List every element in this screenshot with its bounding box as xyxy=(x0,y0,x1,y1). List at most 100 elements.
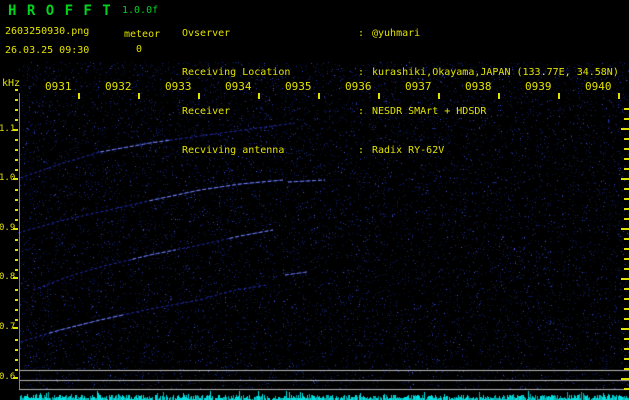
freq-tick-label: 0.6 xyxy=(0,372,16,382)
time-tick xyxy=(138,93,140,99)
freq-minor-tick-right xyxy=(624,148,629,150)
freq-minor-tick xyxy=(15,289,18,291)
freq-minor-tick xyxy=(15,319,18,321)
location-row: Receiving Location: kurashiki,Okayama,JAP… xyxy=(182,66,619,79)
freq-minor-tick-right xyxy=(624,358,629,360)
observer-value: @yuhmari xyxy=(372,28,421,39)
freq-minor-tick xyxy=(15,159,18,161)
colon: : xyxy=(358,67,365,78)
freq-major-tick xyxy=(13,228,18,230)
time-tick-label: 0936 xyxy=(345,80,372,93)
time-tick xyxy=(558,93,560,99)
time-tick-label: 0934 xyxy=(225,80,252,93)
freq-minor-tick xyxy=(15,269,18,271)
freq-minor-tick-right xyxy=(624,308,629,310)
freq-minor-tick xyxy=(15,219,18,221)
time-tick-label: 0932 xyxy=(105,80,132,93)
freq-minor-tick xyxy=(15,259,18,261)
freq-axis-unit-label: kHz xyxy=(2,78,21,89)
freq-minor-tick-right xyxy=(624,118,629,120)
time-tick-label: 0939 xyxy=(525,80,552,93)
freq-minor-tick-right xyxy=(624,208,629,210)
freq-major-tick xyxy=(13,277,18,279)
time-tick-label: 0933 xyxy=(165,80,192,93)
freq-minor-tick xyxy=(15,309,18,311)
time-tick xyxy=(258,93,260,99)
freq-minor-tick xyxy=(15,89,18,91)
freq-minor-tick xyxy=(15,249,18,251)
freq-minor-tick-right xyxy=(624,318,629,320)
freq-minor-tick xyxy=(15,369,18,371)
freq-major-tick xyxy=(13,377,18,379)
freq-minor-tick-right xyxy=(624,188,629,190)
freq-tick-label: 1.0 xyxy=(0,173,16,183)
freq-minor-tick-right xyxy=(624,238,629,240)
time-tick xyxy=(78,93,80,99)
freq-minor-tick-right xyxy=(624,198,629,200)
freq-minor-tick xyxy=(15,349,18,351)
freq-minor-tick-right xyxy=(624,218,629,220)
time-tick-label: 0938 xyxy=(465,80,492,93)
receiver-label: Receiver xyxy=(182,106,231,117)
time-tick xyxy=(198,93,200,99)
colon: : xyxy=(358,106,365,117)
freq-minor-tick xyxy=(15,109,18,111)
freq-minor-tick-right xyxy=(624,248,629,250)
freq-minor-tick-right xyxy=(624,288,629,290)
freq-minor-tick-right xyxy=(624,258,629,260)
freq-major-tick-right xyxy=(621,178,629,180)
freq-major-tick-right xyxy=(621,328,629,330)
location-label: Receiving Location xyxy=(182,67,291,78)
freq-minor-tick-right xyxy=(624,138,629,140)
freq-major-tick xyxy=(13,178,18,180)
freq-minor-tick xyxy=(15,139,18,141)
freq-major-tick-right xyxy=(621,228,629,230)
freq-minor-tick xyxy=(15,339,18,341)
freq-minor-tick xyxy=(15,299,18,301)
freq-major-tick xyxy=(13,129,18,131)
receiver-value: NESDR SMArt + HDSDR xyxy=(372,106,487,117)
freq-minor-tick-right xyxy=(624,298,629,300)
time-tick-label: 0935 xyxy=(285,80,312,93)
time-tick xyxy=(498,93,500,99)
meteor-count-label: meteor xyxy=(124,29,161,40)
freq-minor-tick xyxy=(15,169,18,171)
app-version: 1.0.0f xyxy=(122,5,159,16)
freq-minor-tick-right xyxy=(624,108,629,110)
freq-minor-tick-right xyxy=(624,338,629,340)
freq-major-tick-right xyxy=(621,278,629,280)
antenna-value: Radix RY-62V xyxy=(372,145,445,156)
freq-major-tick xyxy=(13,327,18,329)
time-tick xyxy=(438,93,440,99)
location-value: kurashiki,Okayama,JAPAN (133.77E, 34.58N… xyxy=(372,67,619,78)
receiver-row: Receiver: NESDR SMArt + HDSDR xyxy=(182,105,619,118)
colon: : xyxy=(358,28,365,39)
freq-minor-tick-right xyxy=(624,368,629,370)
freq-minor-tick xyxy=(15,359,18,361)
freq-minor-tick xyxy=(15,189,18,191)
freq-minor-tick-right xyxy=(624,348,629,350)
freq-minor-tick xyxy=(15,149,18,151)
time-tick-label: 0940 xyxy=(585,80,612,93)
freq-tick-label: 1.1 xyxy=(0,124,16,134)
freq-minor-tick-right xyxy=(624,388,629,390)
freq-tick-label: 0.7 xyxy=(0,322,16,332)
hrofft-window: H R O F F T 1.0.0f 2603250930.png meteor… xyxy=(0,0,629,400)
freq-minor-tick-right xyxy=(624,268,629,270)
freq-axis-line xyxy=(19,93,20,390)
meteor-count-value: 0 xyxy=(136,44,143,55)
freq-minor-tick-right xyxy=(624,158,629,160)
freq-major-tick-right xyxy=(621,128,629,130)
colon: : xyxy=(358,145,365,156)
time-tick xyxy=(318,93,320,99)
freq-tick-label: 0.8 xyxy=(0,272,16,282)
observer-row: Ovserver: @yuhmari xyxy=(182,27,619,40)
freq-minor-tick-right xyxy=(624,168,629,170)
freq-major-tick-right xyxy=(621,378,629,380)
freq-minor-tick xyxy=(15,119,18,121)
antenna-row: Recviving antenna: Radix RY-62V xyxy=(182,144,619,157)
freq-minor-tick xyxy=(15,209,18,211)
freq-minor-tick xyxy=(15,99,18,101)
time-tick xyxy=(378,93,380,99)
freq-minor-tick xyxy=(15,239,18,241)
